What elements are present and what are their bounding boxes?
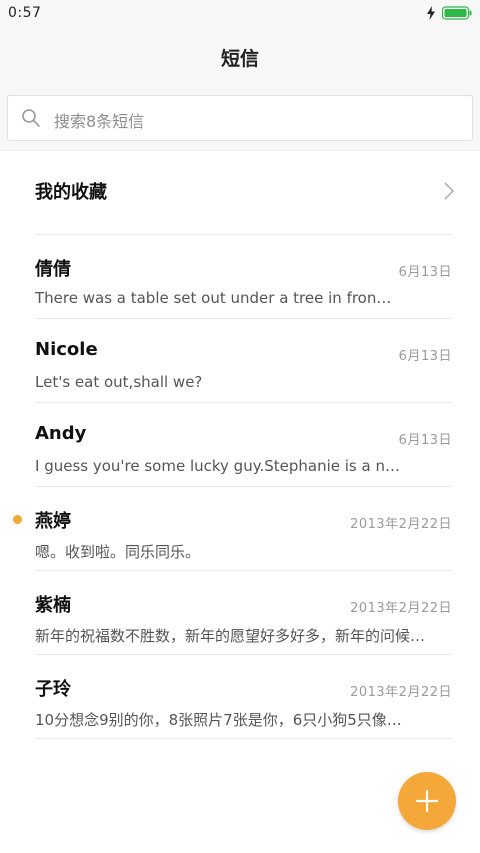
message-date: 2013年2月22日 [350,685,452,700]
contact-name: Andy [35,423,87,444]
search-placeholder: 搜索8条短信 [54,112,145,131]
favorites-row[interactable]: 我的收藏 [35,150,454,235]
chevron-right-icon [444,182,454,200]
favorites-label: 我的收藏 [35,182,107,203]
unread-dot [13,515,22,524]
message-preview: There was a table set out under a tree i… [35,289,392,307]
page-title: 短信 [220,48,259,70]
message-preview: 新年的祝福数不胜数，新年的愿望好多好多，新年的问候… [35,627,426,645]
conversation-item[interactable]: 子玲 2013年2月22日 10分想念9别的你，8张照片7张是你，6只小狗5只像… [35,655,452,739]
message-date: 6月13日 [398,265,452,280]
battery-full-icon [442,6,472,20]
new-message-button[interactable] [398,772,456,830]
contact-name: 子玲 [35,679,71,700]
contact-name: 紫楠 [35,595,71,616]
contact-name: 燕婷 [35,511,71,532]
bolt-icon [427,6,435,20]
status-time: 0:57 [8,5,42,21]
message-date: 6月13日 [398,349,452,364]
conversation-item[interactable]: 紫楠 2013年2月22日 新年的祝福数不胜数，新年的愿望好多好多，新年的问候… [35,571,452,655]
conversation-item[interactable]: 燕婷 2013年2月22日 嗯。收到啦。同乐同乐。 [13,487,452,571]
conversation-item[interactable]: Nicole 6月13日 Let's eat out,shall we? [35,319,452,403]
message-preview: I guess you're some lucky guy.Stephanie … [35,457,400,475]
message-preview: 10分想念9别的你，8张照片7张是你，6只小狗5只像… [35,711,402,729]
message-date: 2013年2月22日 [350,601,452,616]
status-icons [426,6,472,20]
app-header: 短信 [0,28,480,86]
plus-icon [415,789,439,813]
message-date: 6月13日 [398,433,452,448]
status-bar: 0:57 [0,0,480,28]
search-icon [22,109,40,127]
contact-name: 倩倩 [35,259,71,280]
message-date: 2013年2月22日 [350,517,452,532]
search-input[interactable]: 搜索8条短信 [7,95,473,141]
message-preview: Let's eat out,shall we? [35,373,203,391]
contact-name: Nicole [35,339,98,360]
search-bar-area: 搜索8条短信 [0,86,480,151]
conversation-item[interactable]: 倩倩 6月13日 There was a table set out under… [35,235,452,319]
conversation-item[interactable]: Andy 6月13日 I guess you're some lucky guy… [35,403,452,487]
message-preview: 嗯。收到啦。同乐同乐。 [35,543,201,561]
conversation-list: 我的收藏 倩倩 6月13日 There was a table set out … [0,150,480,739]
